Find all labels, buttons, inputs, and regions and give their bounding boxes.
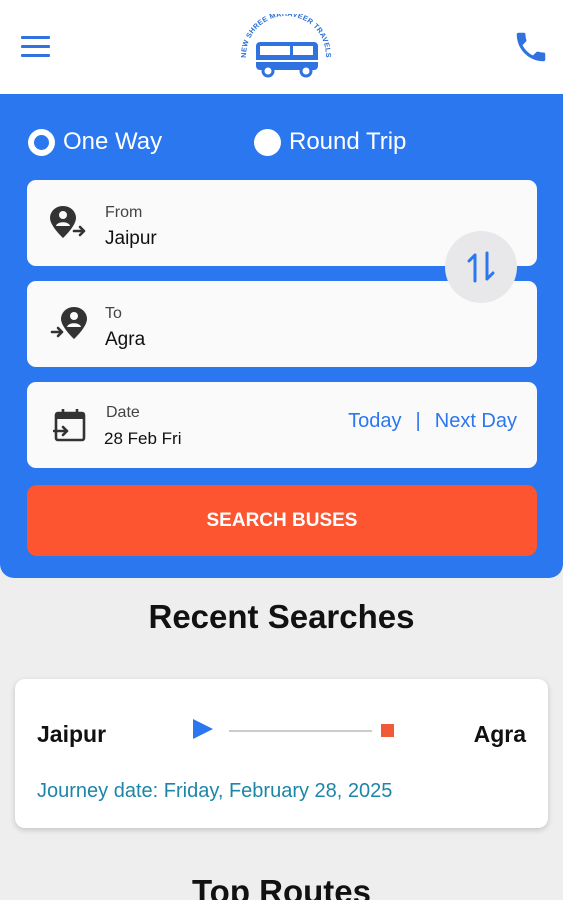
to-caption: To: [105, 305, 122, 322]
departure-location-icon: [50, 206, 86, 238]
recent-searches-title: Recent Searches: [148, 598, 415, 635]
radio-unselected-icon: [254, 128, 281, 156]
calendar-icon: [53, 409, 86, 442]
play-icon: [193, 719, 213, 739]
journey-date: Journey date: Friday, February 28, 2025: [37, 780, 393, 802]
stop-icon: [381, 724, 394, 737]
swap-vertical-icon: [467, 251, 495, 283]
recent-to: Agra: [473, 721, 526, 747]
date-field[interactable]: Date 28 Feb Fri Today | Next Day: [27, 382, 537, 468]
top-routes-title: Top Routes: [191, 873, 372, 900]
bus-logo: NEW SHREE MAHAVEER TRAVELS: [239, 14, 333, 78]
date-quick-links: Today | Next Day: [348, 410, 517, 433]
next-day-link[interactable]: Next Day: [435, 410, 517, 433]
round-trip-radio[interactable]: Round Trip: [254, 125, 406, 159]
today-link[interactable]: Today: [348, 410, 401, 433]
date-value: 28 Feb Fri: [104, 429, 182, 448]
to-value: Agra: [105, 329, 146, 350]
route-line: [229, 730, 372, 732]
swap-button[interactable]: [445, 231, 517, 303]
hamburger-menu-icon[interactable]: [20, 34, 52, 58]
round-trip-label: Round Trip: [289, 128, 407, 155]
from-caption: From: [105, 204, 143, 221]
from-value: Jaipur: [105, 228, 157, 249]
recent-from: Jaipur: [37, 721, 107, 747]
date-link-separator: |: [415, 410, 421, 432]
one-way-label: One Way: [63, 128, 163, 155]
app-header: NEW SHREE MAHAVEER TRAVELS: [0, 0, 563, 94]
recent-search-item[interactable]: Jaipur Agra Journey date: Friday, Februa…: [15, 679, 548, 828]
search-buses-button[interactable]: SEARCH BUSES: [27, 485, 537, 556]
radio-selected-icon: [28, 128, 55, 156]
date-caption: Date: [106, 404, 140, 421]
phone-icon[interactable]: [512, 28, 550, 66]
one-way-radio[interactable]: One Way: [28, 125, 162, 159]
arrival-location-icon: [50, 307, 87, 339]
